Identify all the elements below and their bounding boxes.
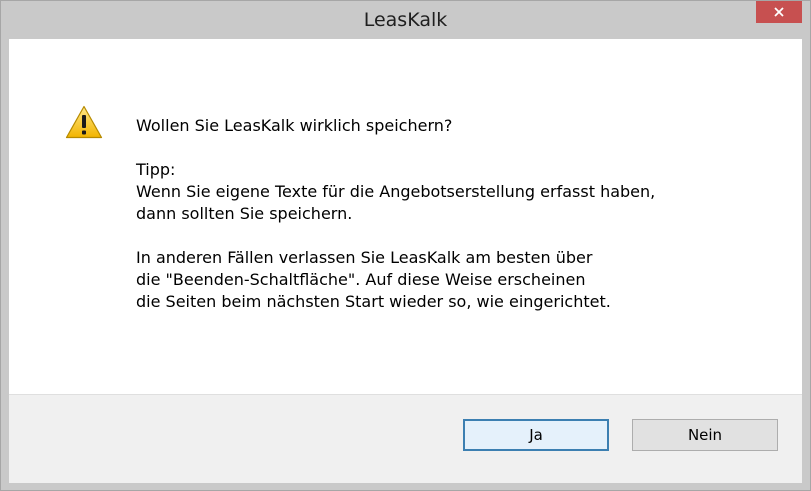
other-text: In anderen Fällen verlassen Sie LeasKalk…	[136, 248, 611, 311]
tip-heading: Tipp:	[136, 160, 176, 179]
dialog-window: LeasKalk Wollen Sie LeasKalk wirklich sp…	[0, 0, 811, 491]
yes-button[interactable]: Ja	[463, 419, 609, 451]
no-button[interactable]: Nein	[632, 419, 778, 451]
dialog-content: Wollen Sie LeasKalk wirklich speichern? …	[9, 39, 802, 483]
dialog-message: Wollen Sie LeasKalk wirklich speichern? …	[136, 115, 776, 313]
tip-text: Wenn Sie eigene Texte für die Angebotser…	[136, 182, 656, 223]
close-icon	[774, 7, 784, 17]
yes-button-label: Ja	[529, 426, 543, 444]
warning-icon	[65, 105, 103, 139]
button-bar: Ja Nein	[9, 394, 802, 483]
close-button[interactable]	[756, 1, 802, 23]
title-bar[interactable]: LeasKalk	[1, 1, 810, 39]
question-text: Wollen Sie LeasKalk wirklich speichern?	[136, 116, 453, 135]
no-button-label: Nein	[687, 426, 723, 444]
window-title: LeasKalk	[363, 9, 448, 31]
